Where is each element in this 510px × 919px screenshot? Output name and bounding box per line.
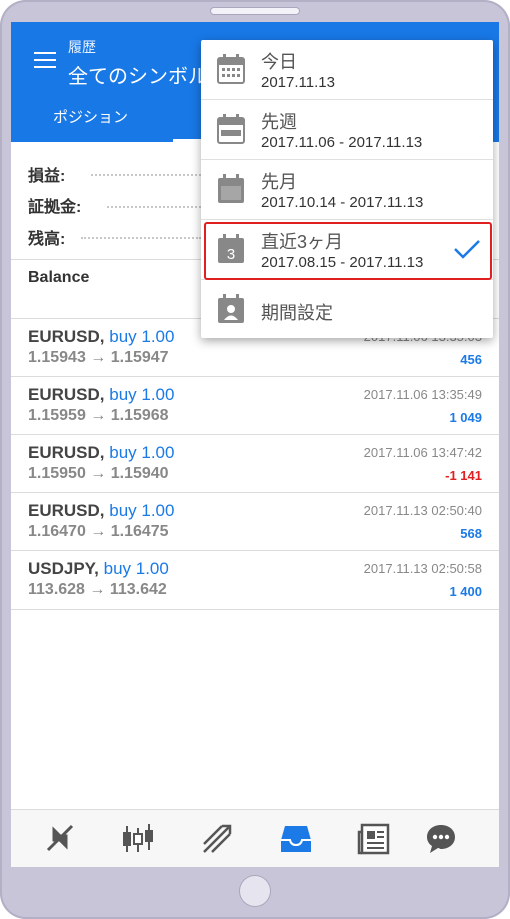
period-label: 期間設定 [261,303,333,323]
phone-frame: 履歴 全てのシンボル ポジション 損益: 証拠金: 残高: Balance EU… [0,0,510,919]
profit-leader-dots [91,174,201,176]
margin-label: 証拠金: [28,199,82,216]
period-range: 2017.11.06 - 2017.11.13 [261,134,423,151]
header-title[interactable]: 全てのシンボル [68,60,208,89]
calendar-month-icon [218,174,244,203]
deal-symbol: EURUSD, buy 1.00 [28,501,175,520]
header-subtitle: 履歴 [68,39,96,55]
deal-symbol: EURUSD, buy 1.00 [28,385,175,404]
history-inbox-icon[interactable] [279,822,313,856]
deal-symbol: EURUSD, buy 1.00 [28,327,175,346]
news-icon[interactable] [357,822,391,856]
deal-profit: 568 [460,526,482,541]
chat-icon[interactable] [424,822,458,856]
balance-row-title[interactable]: Balance [28,269,89,287]
deal-action: buy 1.00 [109,501,175,520]
deal-action: buy 1.00 [109,385,175,404]
deal-action: buy 1.00 [109,443,175,462]
deal-symbol: EURUSD, buy 1.00 [28,443,175,462]
bottom-navigation [11,809,499,867]
period-item-last-week[interactable]: 先週 2017.11.06 - 2017.11.13 [201,100,493,160]
list-item[interactable]: EURUSD, buy 1.00 1.15950 → 1.15940 2017.… [11,434,499,493]
deal-symbol: USDJPY, buy 1.00 [28,559,169,578]
deal-action: buy 1.00 [103,559,169,578]
period-range: 2017.11.13 [261,74,335,91]
deal-prices: 1.15943 → 1.15947 [28,349,169,366]
deal-prices: 1.15950 → 1.15940 [28,465,169,482]
balance-leader-dots [81,237,201,239]
period-dropdown: 今日 2017.11.13 先週 2017.11.06 - 2017.11.13 [201,40,493,338]
period-label: 今日 [261,52,297,72]
period-item-custom[interactable]: 期間設定 [201,280,493,338]
phone-speaker [211,8,299,14]
deal-action: buy 1.00 [109,327,175,346]
tab-positions[interactable]: ポジション [53,106,128,127]
calendar-custom-icon [218,294,244,323]
calendar-day-icon [217,54,245,84]
deal-profit: 1 400 [449,584,482,599]
selected-item-highlight [204,222,492,280]
balance-label: 残高: [28,231,66,248]
period-label: 先週 [261,112,297,132]
menu-icon[interactable] [34,52,56,68]
deal-prices: 1.15959 → 1.15968 [28,407,169,424]
list-item[interactable]: EURUSD, buy 1.00 1.15959 → 1.15968 2017.… [11,376,499,435]
trade-icon[interactable] [200,822,234,856]
deal-prices: 1.16470 → 1.16475 [28,523,169,540]
deal-profit: -1 141 [445,468,482,483]
list-item[interactable]: USDJPY, buy 1.00 113.628 → 113.642 2017.… [11,550,499,610]
deal-prices: 113.628 → 113.642 [28,581,167,598]
calendar-week-icon [217,114,245,144]
period-item-last-month[interactable]: 先月 2017.10.14 - 2017.11.13 [201,160,493,220]
app-screen: 履歴 全てのシンボル ポジション 損益: 証拠金: 残高: Balance EU… [11,22,499,867]
period-item-today[interactable]: 今日 2017.11.13 [201,40,493,100]
profit-label: 損益: [28,168,66,185]
quotes-icon[interactable] [42,822,76,856]
deal-time: 2017.11.13 02:50:58 [363,561,482,576]
margin-leader-dots [107,206,201,208]
deal-profit: 456 [460,352,482,367]
phone-home-button[interactable] [240,876,270,906]
chart-candles-icon[interactable] [121,822,155,856]
period-range: 2017.10.14 - 2017.11.13 [261,194,424,211]
deal-time: 2017.11.06 13:35:49 [363,387,482,402]
list-item[interactable]: EURUSD, buy 1.00 1.16470 → 1.16475 2017.… [11,492,499,551]
deal-time: 2017.11.13 02:50:40 [363,503,482,518]
deal-time: 2017.11.06 13:47:42 [363,445,482,460]
period-label: 先月 [261,172,297,192]
deal-profit: 1 049 [449,410,482,425]
